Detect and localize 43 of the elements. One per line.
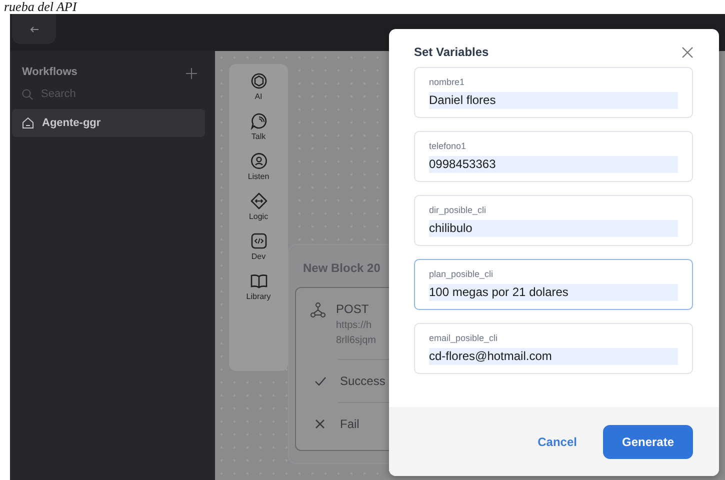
outcome-label: Fail (340, 416, 360, 433)
plus-icon (186, 68, 197, 79)
library-tool-icon (250, 272, 268, 290)
search-icon (22, 88, 33, 100)
toolbox-item[interactable]: AI (234, 72, 284, 103)
check-icon (314, 375, 326, 387)
field-label: nombre1 (429, 77, 466, 88)
input-field[interactable]: 0998453363 (429, 156, 678, 172)
input-field[interactable]: chilibulo (429, 220, 678, 236)
outcome-label: Success (340, 373, 386, 390)
field-label: email_posible_cli (429, 333, 499, 344)
home-icon (22, 117, 34, 129)
url-text: https://h (336, 319, 373, 333)
close-button[interactable] (682, 46, 693, 58)
dialog-title: Set Variables (414, 44, 489, 61)
sidebar-item[interactable]: Agente-ggr (12, 109, 205, 137)
sidebar-title: Workflows (22, 64, 78, 80)
url-text: 8rll6sjqm (336, 334, 376, 348)
ai-tool-icon (250, 72, 268, 90)
cross-icon (314, 418, 326, 430)
field-label: plan_posible_cli (429, 269, 494, 280)
input-field[interactable]: 100 megas por 21 dolares (429, 284, 678, 300)
generate-button[interactable]: Generate (603, 424, 693, 458)
input-field[interactable]: cd-flores@hotmail.com (429, 348, 678, 364)
back-arrow-icon (30, 26, 38, 32)
close-icon (682, 46, 693, 58)
block-title: New Block 20 (303, 260, 380, 277)
logic-tool-icon (250, 192, 268, 210)
toolbox-item[interactable]: Logic (234, 192, 284, 223)
dev-tool-icon (250, 232, 268, 250)
toolbox-item[interactable]: Talk (234, 112, 284, 143)
toolbox-item[interactable]: Library (234, 272, 284, 303)
listen-tool-icon (250, 152, 268, 170)
cancel-button[interactable]: Cancel (538, 432, 577, 450)
talk-tool-icon (250, 112, 268, 130)
toolbox-item[interactable]: Dev (234, 232, 284, 263)
field-label: dir_posible_cli (429, 205, 488, 216)
method-label: POST (336, 301, 370, 318)
toolbox-item[interactable]: Listen (234, 152, 284, 183)
network-icon (310, 302, 326, 318)
page-heading: rueba del API (4, 0, 77, 14)
input-field[interactable]: Daniel flores (429, 92, 678, 108)
field-label: telefono1 (429, 141, 468, 152)
